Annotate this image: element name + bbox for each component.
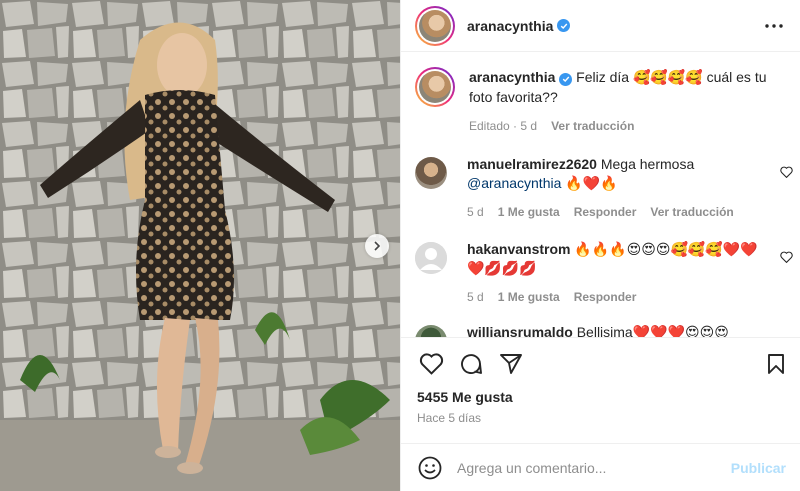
comments-list[interactable]: aranacynthia Feliz día 🥰🥰🥰🥰 cuál es tu f… (401, 52, 800, 337)
verified-badge-icon (559, 72, 573, 86)
caption-avatar[interactable] (415, 67, 455, 107)
comment-translate-link[interactable]: Ver traducción (650, 203, 733, 222)
post-photo[interactable] (0, 0, 400, 491)
comment-likes-count[interactable]: 1 Me gusta (498, 203, 560, 222)
comment-text: Bellisima❤️❤️❤️😍😍😍 (576, 324, 729, 337)
comment-username[interactable]: williansrumaldo (467, 324, 573, 337)
comment-username[interactable]: manuelramirez2620 (467, 156, 597, 172)
comment-item: manuelramirez2620 Mega hermosa @aranacyn… (415, 155, 793, 222)
author-username-row: aranacynthia (467, 18, 762, 34)
chevron-right-icon (374, 241, 381, 251)
post-details-panel: aranacynthia aranacynthia Feliz día 🥰🥰🥰🥰… (400, 0, 800, 491)
commenter-avatar[interactable] (415, 157, 447, 189)
comment-reply-button[interactable]: Responder (574, 288, 637, 307)
post-actions-bar (401, 337, 800, 389)
comment-meta: 5 d 1 Me gusta Responder Ver traducción (467, 203, 767, 222)
commenter-avatar[interactable] (415, 325, 447, 337)
caption-meta: Editado · 5 d Ver traducción (469, 116, 779, 136)
caption-username[interactable]: aranacynthia (469, 69, 555, 85)
verified-badge-icon (557, 19, 571, 32)
more-options-icon[interactable] (762, 14, 786, 38)
heart-icon[interactable] (417, 350, 445, 378)
commenter-avatar[interactable] (415, 242, 447, 274)
share-icon[interactable] (497, 350, 525, 378)
comment-composer: Agrega un comentario... Publicar (401, 443, 800, 491)
comment-item: williansrumaldo Bellisima❤️❤️❤️😍😍😍 (415, 323, 793, 337)
post-date[interactable]: Hace 5 días (401, 411, 800, 435)
emoji-icon[interactable] (417, 455, 443, 481)
likes-count[interactable]: 5455 Me gusta (401, 387, 800, 407)
comment-likes-count[interactable]: 1 Me gusta (498, 288, 560, 307)
caption-translate-link[interactable]: Ver traducción (551, 116, 634, 136)
photo-image (0, 0, 400, 491)
bookmark-icon[interactable] (762, 350, 790, 378)
caption-age[interactable]: 5 d (520, 119, 537, 133)
comment-meta: 5 d 1 Me gusta Responder (467, 288, 767, 307)
comment-age[interactable]: 5 d (467, 288, 484, 307)
comment-mention-link[interactable]: @aranacynthia (467, 175, 561, 191)
comment-username[interactable]: hakanvanstrom (467, 241, 570, 257)
publish-button[interactable]: Publicar (731, 460, 786, 476)
heart-icon[interactable] (780, 165, 793, 181)
comment-icon[interactable] (457, 350, 485, 378)
author-avatar[interactable] (415, 5, 455, 46)
author-username[interactable]: aranacynthia (467, 18, 553, 34)
comment-reply-button[interactable]: Responder (574, 203, 637, 222)
comment-age[interactable]: 5 d (467, 203, 484, 222)
post-header: aranacynthia (401, 0, 800, 52)
comment-text-after: 🔥❤️🔥 (565, 175, 618, 191)
comment-input[interactable]: Agrega un comentario... (457, 460, 731, 476)
comment-item: hakanvanstrom 🔥🔥🔥😍😍😍🥰🥰🥰❤️❤️❤️💋💋💋 5 d 1 M… (415, 240, 793, 307)
heart-icon[interactable] (780, 250, 793, 266)
comment-text: Mega hermosa (600, 156, 695, 172)
post-caption: aranacynthia Feliz día 🥰🥰🥰🥰 cuál es tu f… (415, 67, 787, 136)
post-dialog: aranacynthia aranacynthia Feliz día 🥰🥰🥰🥰… (0, 0, 800, 491)
carousel-next-button[interactable] (365, 234, 389, 258)
caption-edited: Editado (469, 119, 510, 133)
